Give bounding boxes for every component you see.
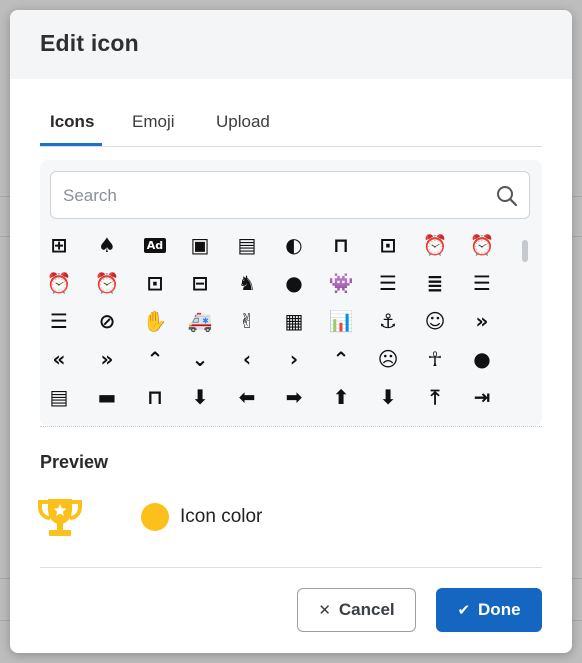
amp-guitar-icon[interactable]: ▦ — [277, 306, 311, 336]
arrow-alt-down-icon[interactable]: ⬇ — [371, 382, 405, 412]
trophy-icon — [38, 499, 82, 536]
cancel-button[interactable]: ✕ Cancel — [297, 588, 416, 632]
abacus-icon[interactable]: ⊞ — [42, 230, 76, 260]
angle-double-left-icon[interactable]: « — [42, 344, 76, 374]
alien-monster-icon[interactable]: 👾 — [324, 268, 358, 298]
american-sign-language-icon[interactable]: ✌ — [230, 306, 264, 336]
adjust-icon[interactable]: ◐ — [277, 230, 311, 260]
address-card-icon[interactable]: ▤ — [230, 230, 264, 260]
angle-double-down-icon[interactable]: » — [465, 306, 499, 336]
archive-icon[interactable]: ▬ — [90, 382, 124, 412]
album-collection-icon[interactable]: ⊟ — [183, 268, 217, 298]
archive-box-open-icon[interactable]: ▤ — [42, 382, 76, 412]
anchor-icon[interactable]: ⚓ — [371, 306, 405, 336]
align-center-icon[interactable]: ☰ — [371, 268, 405, 298]
arrow-alt-circle-up-icon[interactable]: ⬆ — [324, 382, 358, 412]
address-book-icon[interactable]: ▣ — [183, 230, 217, 260]
cancel-button-label: Cancel — [338, 600, 395, 619]
check-icon: ✔ — [457, 602, 471, 619]
angle-left-icon[interactable]: ‹ — [230, 344, 264, 374]
search-icon[interactable] — [495, 184, 519, 208]
alarm-exclamation-icon[interactable]: ⏰ — [465, 230, 499, 260]
alarm-snooze-icon[interactable]: ⏰ — [90, 268, 124, 298]
tab-icons[interactable]: Icons — [50, 112, 94, 132]
angry-icon[interactable]: ☹ — [371, 344, 405, 374]
dialog-header: Edit icon — [10, 10, 572, 79]
align-left-icon[interactable]: ☰ — [465, 268, 499, 298]
alarm-plus-icon[interactable]: ⊡ — [371, 230, 405, 260]
align-justify-icon[interactable]: ≣ — [418, 268, 452, 298]
angle-right-icon[interactable]: › — [277, 344, 311, 374]
done-button-label: Done — [478, 600, 521, 619]
ad-icon[interactable]: Ad — [138, 230, 172, 260]
tab-upload[interactable]: Upload — [216, 112, 270, 132]
tab-bar: Icons Emoji Upload — [40, 110, 542, 147]
apple-alt-icon[interactable]: ● — [465, 344, 499, 374]
angle-double-up-icon[interactable]: ⌃ — [138, 344, 172, 374]
icon-grid-scrollbar[interactable] — [522, 240, 528, 262]
allergies-icon[interactable]: ✋ — [138, 306, 172, 336]
arrow-alt-circle-down-icon[interactable]: ⬇ — [183, 382, 217, 412]
close-icon: ✕ — [318, 602, 331, 619]
align-right-icon[interactable]: ☰ — [42, 306, 76, 336]
preview-heading: Preview — [40, 452, 109, 472]
angel-icon[interactable]: ☺ — [418, 306, 452, 336]
arrow-alt-circle-right-icon[interactable]: ➡ — [277, 382, 311, 412]
alarm-clock-icon[interactable]: ⏰ — [418, 230, 452, 260]
analytics-icon[interactable]: 📊 — [324, 306, 358, 336]
alicorn-icon[interactable]: ♞ — [230, 268, 264, 298]
icon-grid: ⊞ ♠ Ad ▣ ▤ ◐ ⊓ ⊡ ⏰ ⏰ ⏰ ⏰ ⊡ ⊟ ♞ ● 👾 ☰ ≣ ☰… — [40, 230, 530, 420]
edit-icon-dialog: Edit icon Icons Emoji Upload ⊞ ♠ Ad ▣ ▤ … — [10, 10, 572, 653]
archway-icon[interactable]: ⊓ — [138, 382, 172, 412]
search-box — [50, 171, 530, 219]
picker-divider — [40, 426, 542, 427]
icon-color-swatch[interactable] — [141, 503, 169, 531]
angle-up-icon[interactable]: ⌃ — [324, 344, 358, 374]
arrow-alt-from-left-icon[interactable]: ⇥ — [465, 382, 499, 412]
alien-icon[interactable]: ● — [277, 268, 311, 298]
active-tab-indicator — [40, 143, 102, 146]
album-icon[interactable]: ⊡ — [138, 268, 172, 298]
angle-double-right-icon[interactable]: » — [90, 344, 124, 374]
search-input[interactable] — [61, 180, 485, 212]
angle-down-icon[interactable]: ⌄ — [183, 344, 217, 374]
alarm-check-icon[interactable]: ⏰ — [42, 268, 76, 298]
tab-emoji[interactable]: Emoji — [132, 112, 175, 132]
arrow-alt-from-bottom-icon[interactable]: ⤒ — [418, 382, 452, 412]
footer-divider — [40, 567, 542, 568]
ambulance-icon[interactable]: 🚑 — [183, 306, 217, 336]
ankh-icon[interactable]: ☥ — [418, 344, 452, 374]
align-slash-icon[interactable]: ⊘ — [90, 306, 124, 336]
done-button[interactable]: ✔ Done — [436, 588, 542, 632]
acorn-icon[interactable]: ♠ — [90, 230, 124, 260]
icon-color-label: Icon color — [180, 506, 263, 527]
arrow-alt-circle-left-icon[interactable]: ⬅ — [230, 382, 264, 412]
icon-picker: ⊞ ♠ Ad ▣ ▤ ◐ ⊓ ⊡ ⏰ ⏰ ⏰ ⏰ ⊡ ⊟ ♞ ● 👾 ☰ ≣ ☰… — [40, 160, 542, 426]
air-freshener-icon[interactable]: ⊓ — [324, 230, 358, 260]
dialog-title: Edit icon — [40, 30, 139, 56]
